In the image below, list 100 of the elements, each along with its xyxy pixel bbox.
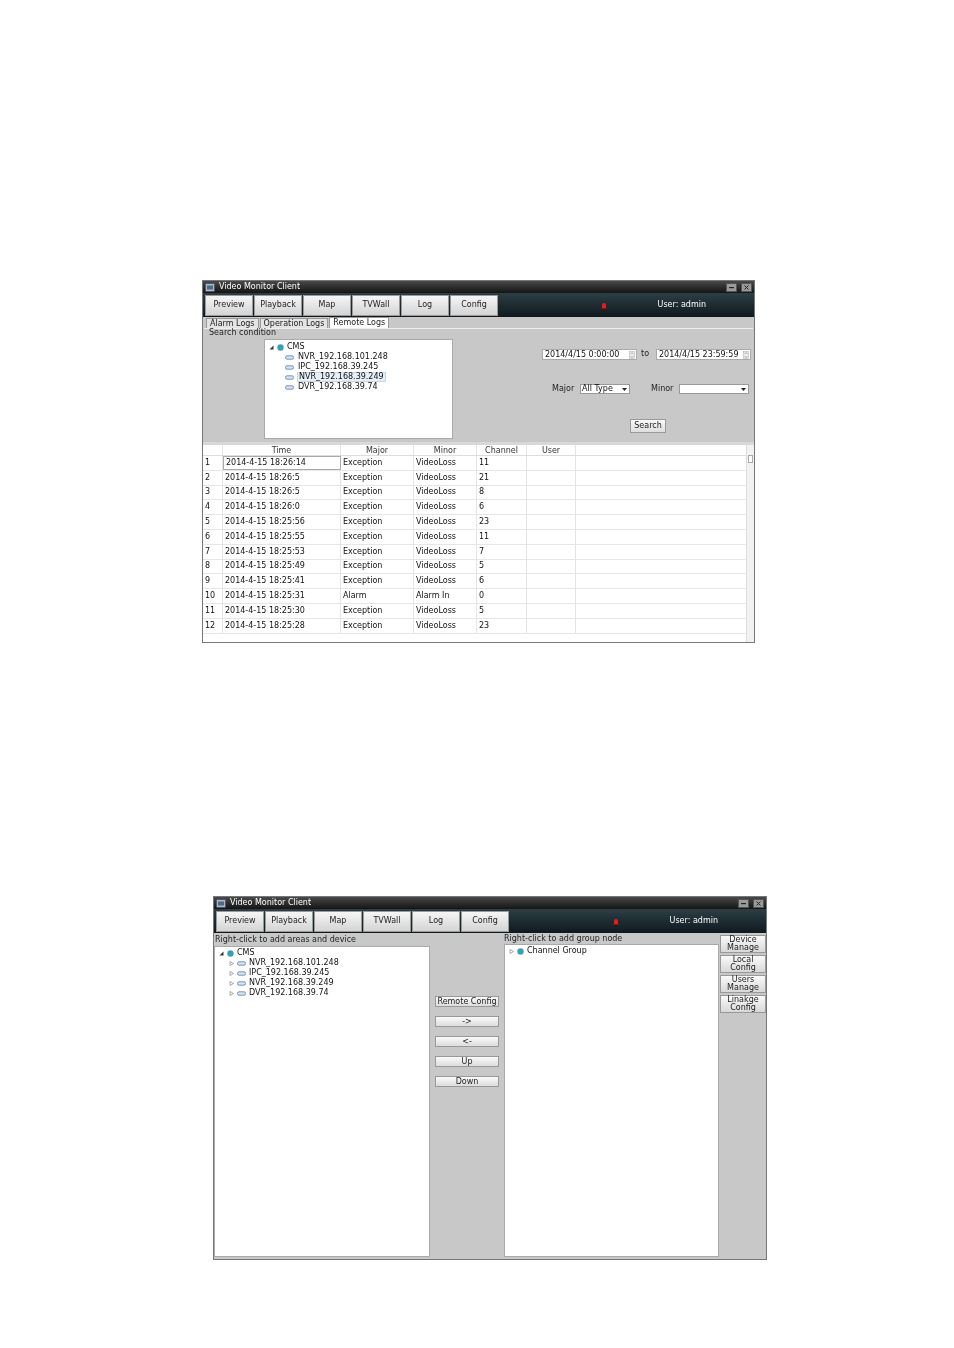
nav-tab[interactable]: Config: [461, 910, 509, 932]
scrollbar[interactable]: [746, 445, 754, 642]
table-cell: 5: [477, 559, 527, 574]
column-header[interactable]: Time: [223, 445, 341, 455]
tree-node[interactable]: IPC_192.168.39.245: [249, 969, 330, 977]
table-cell: 2014-4-15 18:25:53: [223, 544, 341, 559]
table-cell: 11: [477, 530, 527, 544]
table-cell: 2014-4-15 18:25:55: [223, 530, 341, 544]
expand-arrow-icon[interactable]: [229, 990, 234, 996]
row-number: 7: [203, 544, 223, 559]
minimize-icon: [729, 285, 734, 289]
hint-label: Right-click to add group node: [504, 933, 624, 944]
close-button[interactable]: [753, 898, 764, 908]
action-button[interactable]: Up: [435, 1056, 499, 1067]
table-cell: VideoLoss: [414, 603, 477, 618]
tree-node[interactable]: CMS: [287, 343, 305, 351]
action-button[interactable]: ->: [435, 1016, 499, 1027]
close-button[interactable]: [741, 282, 752, 292]
table-cell: 5: [477, 603, 527, 618]
nav-tab[interactable]: Map: [303, 294, 351, 316]
minimize-button[interactable]: [726, 282, 737, 292]
alarm-light-icon: [600, 301, 607, 309]
tree-node[interactable]: DVR_192.168.39.74: [297, 383, 379, 391]
nav-tab[interactable]: TVWall: [363, 910, 411, 932]
table-cell: 8: [477, 485, 527, 500]
side-button[interactable]: Local Config: [720, 955, 766, 973]
action-button[interactable]: <-: [435, 1036, 499, 1047]
field-label: Major: [552, 385, 575, 393]
tree-node[interactable]: NVR_192.168.101.248: [249, 959, 339, 967]
globe-icon: [517, 947, 524, 955]
column-header[interactable]: Minor: [414, 445, 477, 455]
table-cell: Exception: [341, 500, 414, 515]
table-cell: 0: [477, 589, 527, 603]
action-button[interactable]: Remote Config: [435, 996, 499, 1007]
app-icon: [216, 898, 226, 908]
group-title: Search condition: [209, 329, 276, 337]
alarm-light-icon: [612, 917, 619, 925]
column-header[interactable]: Channel: [477, 445, 527, 455]
side-button[interactable]: Device Manage: [720, 935, 766, 953]
close-icon: [744, 284, 749, 290]
table-cell: 21: [477, 470, 527, 485]
column-header[interactable]: User: [527, 445, 576, 455]
tree-node[interactable]: NVR_192.168.39.249: [249, 979, 334, 987]
nav-tab[interactable]: Map: [314, 910, 362, 932]
table-cell: VideoLoss: [414, 456, 477, 470]
table-cell: VideoLoss: [414, 515, 477, 529]
nav-tab[interactable]: Preview: [216, 910, 264, 932]
collapse-arrow-icon[interactable]: [219, 950, 224, 956]
table-cell: 2014-4-15 18:25:31: [223, 589, 341, 603]
expand-arrow-icon[interactable]: [229, 960, 234, 966]
spinner-icon: [743, 350, 749, 359]
side-button[interactable]: Linakge Config: [720, 995, 766, 1013]
table-cell: Alarm In: [414, 589, 477, 603]
minor-dropdown[interactable]: [679, 384, 749, 394]
table-cell: 23: [477, 618, 527, 633]
close-icon: [756, 900, 761, 906]
row-number: 12: [203, 618, 223, 633]
search-button[interactable]: Search: [630, 419, 666, 433]
app-icon: [205, 282, 215, 292]
nav-tab[interactable]: Playback: [265, 910, 313, 932]
dropdown-arrow-icon: [741, 387, 746, 391]
tree-node[interactable]: NVR_192.168.39.249: [297, 372, 386, 382]
table-cell: 2014-4-15 18:26:5: [223, 485, 341, 500]
table-cell: VideoLoss: [414, 485, 477, 500]
spinner-icon: [629, 350, 635, 359]
table-cell: Exception: [341, 515, 414, 529]
nav-tab[interactable]: Log: [412, 910, 460, 932]
tree-node[interactable]: IPC_192.168.39.245: [297, 363, 380, 371]
nav-tab[interactable]: Preview: [205, 294, 253, 316]
column-header[interactable]: Major: [341, 445, 414, 455]
tree-node[interactable]: DVR_192.168.39.74: [249, 989, 329, 997]
table-cell: Exception: [341, 456, 414, 470]
minimize-button[interactable]: [738, 898, 749, 908]
nav-tab[interactable]: TVWall: [352, 294, 400, 316]
user-label: User: admin: [657, 299, 706, 311]
major-dropdown[interactable]: All Type: [580, 384, 630, 394]
nav-tab[interactable]: Log: [401, 294, 449, 316]
action-button[interactable]: Down: [435, 1076, 499, 1087]
table-cell: VideoLoss: [414, 574, 477, 589]
expand-arrow-icon[interactable]: [509, 948, 514, 954]
start-time-field[interactable]: 2014/4/15 0:00:00: [542, 349, 637, 360]
expand-arrow-icon[interactable]: [229, 980, 234, 986]
to-label: to: [641, 350, 650, 358]
nav-tab[interactable]: Config: [450, 294, 498, 316]
tree-node[interactable]: Channel Group: [527, 947, 587, 955]
side-button[interactable]: Users Manage: [720, 975, 766, 993]
row-number: 3: [203, 485, 223, 500]
tree-node[interactable]: NVR_192.168.101.248: [297, 353, 389, 361]
nav-tab[interactable]: Playback: [254, 294, 302, 316]
table-cell: Alarm: [341, 589, 414, 603]
row-number: 11: [203, 603, 223, 618]
row-number: 10: [203, 589, 223, 603]
tree-node[interactable]: CMS: [237, 949, 255, 957]
user-label: User: admin: [669, 915, 718, 927]
collapse-arrow-icon[interactable]: [269, 344, 274, 350]
table-cell: Exception: [341, 559, 414, 574]
expand-arrow-icon[interactable]: [229, 970, 234, 976]
end-time-field[interactable]: 2014/4/15 23:59:59: [656, 349, 751, 360]
table-cell: Exception: [341, 530, 414, 544]
hint-label: Right-click to add areas and device: [214, 934, 357, 946]
